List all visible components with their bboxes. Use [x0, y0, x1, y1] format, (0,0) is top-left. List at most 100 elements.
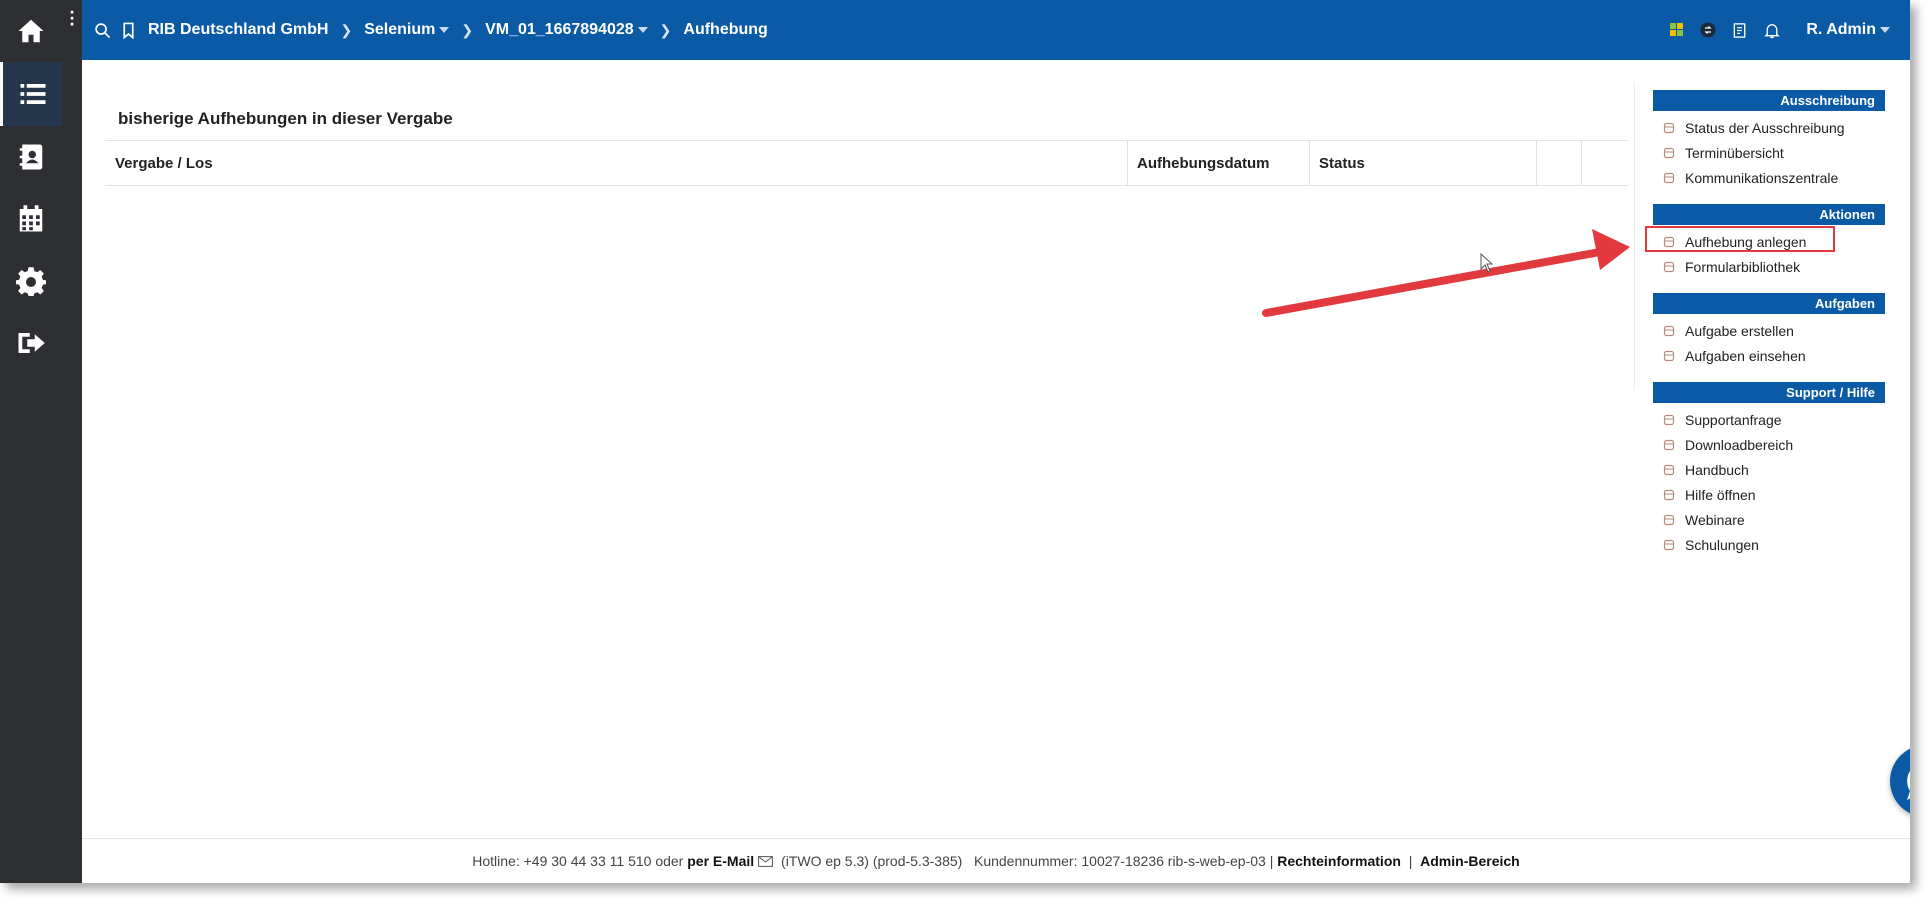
link-label: Hilfe öffnen	[1685, 486, 1756, 503]
footer-version-info: (iTWO ep 5.3) (prod-5.3-385) Kundennumme…	[777, 853, 1278, 869]
link-label: Handbuch	[1685, 461, 1749, 478]
link-hilfe-oeffnen[interactable]: Hilfe öffnen	[1653, 482, 1885, 507]
bullet-icon	[1663, 147, 1675, 159]
panel-list-ausschreibung: Status der Ausschreibung Terminübersicht…	[1653, 111, 1885, 204]
column-header-status[interactable]: Status	[1309, 141, 1536, 186]
link-label: Supportanfrage	[1685, 411, 1782, 428]
chevron-down-icon	[637, 27, 648, 33]
panel-list-support-hilfe: Supportanfrage Downloadbereich Handbuch …	[1653, 403, 1885, 571]
panel-header-aufgaben: Aufgaben	[1653, 293, 1885, 314]
link-label: Downloadbereich	[1685, 436, 1794, 453]
header-actions: R. Admin	[1654, 0, 1890, 60]
bullet-icon	[1663, 172, 1675, 184]
address-book-icon[interactable]	[0, 126, 62, 188]
footer-legal-link[interactable]: Rechteinformation	[1277, 853, 1401, 869]
search-icon[interactable]	[94, 22, 111, 39]
breadcrumb-company-label: RIB Deutschland GmbH	[148, 21, 329, 38]
gear-icon[interactable]	[0, 250, 62, 312]
link-label: Formularbibliothek	[1685, 258, 1801, 275]
bullet-icon	[1663, 261, 1675, 273]
link-label: Kommunikationszentrale	[1685, 169, 1839, 186]
chat-support-button[interactable]	[1890, 745, 1910, 817]
link-webinare[interactable]: Webinare	[1653, 507, 1885, 532]
chat-bubble-icon	[1907, 771, 1910, 800]
breadcrumb-company[interactable]: RIB Deutschland GmbH	[148, 21, 328, 39]
link-kommunikationszentrale[interactable]: Kommunikationszentrale	[1653, 165, 1885, 190]
chevron-right-icon: ❯	[340, 21, 353, 38]
bell-icon[interactable]	[1764, 22, 1781, 39]
chevron-down-icon	[1880, 27, 1890, 33]
link-terminuebersicht[interactable]: Terminübersicht	[1653, 140, 1885, 165]
bullet-icon	[1663, 539, 1675, 551]
link-handbuch[interactable]: Handbuch	[1653, 457, 1885, 482]
breadcrumb-project[interactable]: Selenium	[364, 21, 450, 39]
panel-header-ausschreibung: Ausschreibung	[1653, 90, 1885, 111]
column-header-aufhebungsdatum[interactable]: Aufhebungsdatum	[1127, 141, 1309, 186]
breadcrumb-current-page: Aufhebung	[683, 21, 767, 39]
sidebar	[0, 0, 82, 883]
footer-email-link[interactable]: per E-Mail	[687, 853, 754, 869]
vertical-dots-icon: · · ·	[69, 5, 75, 33]
cancellations-table: Vergabe / Los Aufhebungsdatum Status	[105, 140, 1628, 186]
column-header-action-1	[1536, 141, 1581, 186]
panel-list-aufgaben: Aufgabe erstellen Aufgaben einsehen	[1653, 314, 1885, 382]
bullet-icon	[1663, 439, 1675, 451]
link-label: Aufgaben einsehen	[1685, 347, 1806, 364]
sign-out-icon[interactable]	[0, 312, 62, 374]
top-bar: RIB Deutschland GmbH ❯ Selenium ❯ VM_01_…	[82, 0, 1910, 60]
chevron-right-icon: ❯	[461, 21, 474, 38]
bullet-icon	[1663, 489, 1675, 501]
user-name: R. Admin	[1806, 21, 1876, 38]
link-label: Schulungen	[1685, 536, 1759, 553]
main-content: bisherige Aufhebungen in dieser Vergabe …	[82, 60, 1910, 883]
chevron-down-icon	[439, 27, 450, 33]
app-switcher-icon[interactable]	[1670, 23, 1684, 37]
chevron-right-icon: ❯	[659, 21, 672, 38]
link-aufgabe-erstellen[interactable]: Aufgabe erstellen	[1653, 318, 1885, 343]
breadcrumb-award[interactable]: VM_01_1667894028	[485, 21, 648, 39]
app-window: · · · RIB Deutschland GmbH ❯ Selenium ❯ VM…	[0, 0, 1910, 883]
table-header: Vergabe / Los Aufhebungsdatum Status	[105, 140, 1628, 186]
footer-separator: |	[1400, 853, 1421, 869]
column-header-vergabe-los[interactable]: Vergabe / Los	[105, 141, 1127, 186]
footer-admin-link[interactable]: Admin-Bereich	[1420, 853, 1520, 869]
breadcrumb-award-label: VM_01_1667894028	[485, 21, 634, 38]
home-icon[interactable]	[0, 0, 62, 62]
link-supportanfrage[interactable]: Supportanfrage	[1653, 407, 1885, 432]
link-label: Status der Ausschreibung	[1685, 119, 1845, 136]
bullet-icon	[1663, 325, 1675, 337]
footer-hotline: Hotline: +49 30 44 33 11 510 oder	[472, 853, 688, 869]
link-status-der-ausschreibung[interactable]: Status der Ausschreibung	[1653, 115, 1885, 140]
right-action-panel: Ausschreibung Status der Ausschreibung T…	[1645, 90, 1885, 571]
panel-list-aktionen: Aufhebung anlegen Formularbibliothek	[1645, 225, 1885, 293]
bullet-icon	[1663, 350, 1675, 362]
link-formularbibliothek[interactable]: Formularbibliothek	[1653, 254, 1885, 279]
highlight-annotation-box	[1645, 226, 1835, 252]
bullet-icon	[1663, 414, 1675, 426]
link-schulungen[interactable]: Schulungen	[1653, 532, 1885, 557]
list-icon[interactable]	[0, 62, 62, 126]
panel-header-support-hilfe: Support / Hilfe	[1653, 382, 1885, 403]
footer: Hotline: +49 30 44 33 11 510 oder per E-…	[82, 838, 1910, 883]
column-header-action-2	[1581, 141, 1628, 186]
clipboard-icon[interactable]	[1732, 22, 1748, 39]
sidebar-toggle-button[interactable]: · · ·	[62, 0, 82, 60]
link-aufgaben-einsehen[interactable]: Aufgaben einsehen	[1653, 343, 1885, 368]
section-title: bisherige Aufhebungen in dieser Vergabe	[118, 109, 453, 128]
bullet-icon	[1663, 464, 1675, 476]
user-menu[interactable]: R. Admin	[1806, 21, 1890, 39]
link-label: Terminübersicht	[1685, 144, 1784, 161]
envelope-icon	[758, 855, 774, 867]
bullet-icon	[1663, 514, 1675, 526]
bookmark-icon[interactable]	[121, 22, 136, 39]
module-switch-icon[interactable]	[1700, 22, 1716, 38]
link-label: Webinare	[1685, 511, 1745, 528]
breadcrumb-project-label: Selenium	[364, 21, 436, 38]
calendar-icon[interactable]	[0, 188, 62, 250]
panel-divider	[1634, 82, 1635, 390]
breadcrumb-current-label: Aufhebung	[683, 21, 768, 38]
link-downloadbereich[interactable]: Downloadbereich	[1653, 432, 1885, 457]
link-aufhebung-anlegen[interactable]: Aufhebung anlegen	[1645, 226, 1885, 254]
bullet-icon	[1663, 122, 1675, 134]
link-label: Aufgabe erstellen	[1685, 322, 1794, 339]
